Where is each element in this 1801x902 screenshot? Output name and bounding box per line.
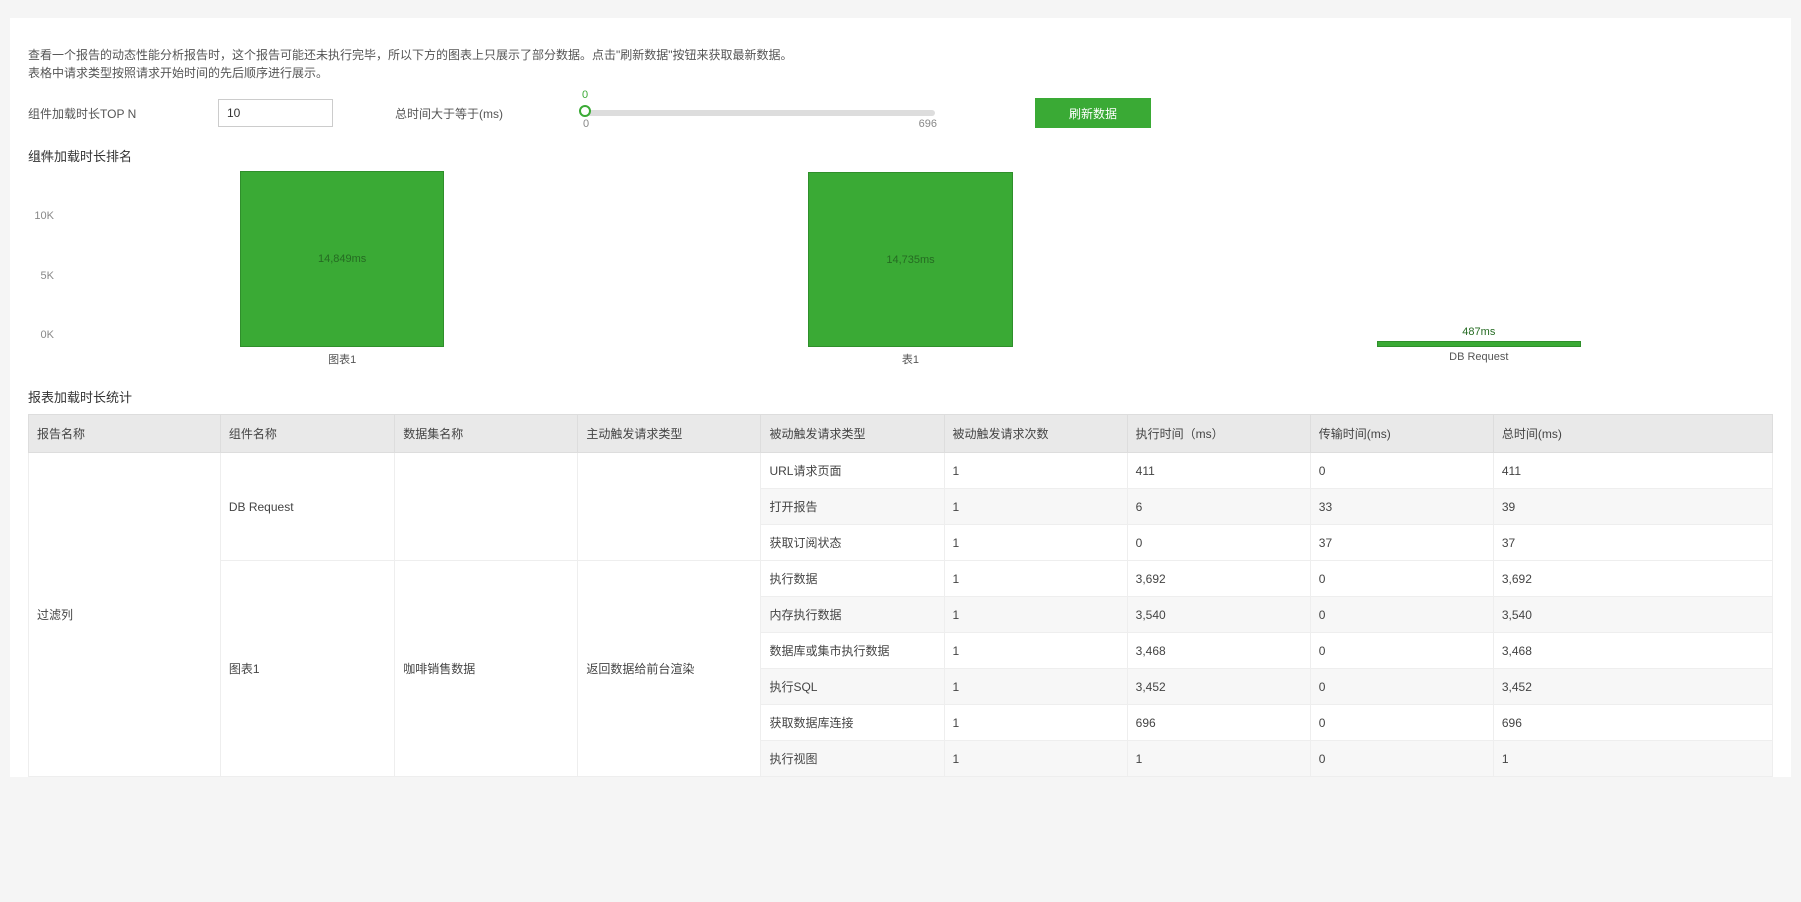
- cell-component-name: 图表1: [220, 561, 394, 777]
- bar[interactable]: 14,735ms: [808, 172, 1013, 347]
- cell-trans-time: 0: [1310, 669, 1493, 705]
- refresh-button[interactable]: 刷新数据: [1035, 98, 1151, 128]
- cell-count: 1: [944, 597, 1127, 633]
- cell-trans-time: 0: [1310, 705, 1493, 741]
- cell-active-type: [578, 453, 761, 561]
- table-section: 报表加载时长统计 报告名称组件名称数据集名称主动触发请求类型被动触发请求类型被动…: [10, 369, 1791, 777]
- x-axis-label: DB Request: [1195, 349, 1763, 369]
- table-header: 被动触发请求类型: [761, 415, 944, 453]
- cell-passive-type: 执行SQL: [761, 669, 944, 705]
- table-row: 过滤列DB RequestURL请求页面14110411: [29, 453, 1773, 489]
- chart-section: 组件加载时长排名 0K 5K 10K 15K 14,849ms 14,735ms 487m…: [10, 138, 1791, 369]
- cell-count: 1: [944, 561, 1127, 597]
- y-tick: 0K: [41, 329, 54, 341]
- bar-value-label: 14,849ms: [241, 253, 444, 265]
- table-title: 报表加载时长统计: [28, 387, 1773, 406]
- table-header: 被动触发请求次数: [944, 415, 1127, 453]
- bar[interactable]: 487ms: [1377, 341, 1582, 347]
- desc-line-1: 查看一个报告的动态性能分析报告时，这个报告可能还未执行完毕，所以下方的图表上只展…: [28, 46, 1791, 64]
- cell-total-time: 696: [1493, 705, 1772, 741]
- cell-dataset-name: 咖啡销售数据: [395, 561, 578, 777]
- table-header: 传输时间(ms): [1310, 415, 1493, 453]
- cell-count: 1: [944, 633, 1127, 669]
- table-header: 总时间(ms): [1493, 415, 1772, 453]
- cell-dataset-name: [395, 453, 578, 561]
- cell-count: 1: [944, 489, 1127, 525]
- controls-row: 组件加载时长TOP N 总时间大于等于(ms) 0 696 刷新数据: [10, 94, 1791, 138]
- y-tick: 5K: [41, 270, 54, 282]
- cell-passive-type: 获取订阅状态: [761, 525, 944, 561]
- cell-passive-type: 执行数据: [761, 561, 944, 597]
- bar-column: 14,849ms: [58, 169, 626, 347]
- cell-report-name: 过滤列: [29, 453, 221, 777]
- chart-title: 组件加载时长排名: [28, 146, 1773, 165]
- cell-trans-time: 0: [1310, 561, 1493, 597]
- cell-exec-time: 411: [1127, 453, 1310, 489]
- slider-max: 696: [919, 118, 937, 130]
- x-axis-label: 图表1: [58, 349, 626, 369]
- cell-count: 1: [944, 453, 1127, 489]
- cell-passive-type: URL请求页面: [761, 453, 944, 489]
- cell-exec-time: 3,468: [1127, 633, 1310, 669]
- table-header: 报告名称: [29, 415, 221, 453]
- cell-passive-type: 数据库或集市执行数据: [761, 633, 944, 669]
- cell-passive-type: 获取数据库连接: [761, 705, 944, 741]
- topn-label: 组件加载时长TOP N: [28, 105, 218, 122]
- cell-exec-time: 6: [1127, 489, 1310, 525]
- cell-exec-time: 0: [1127, 525, 1310, 561]
- cell-total-time: 3,540: [1493, 597, 1772, 633]
- cell-total-time: 3,452: [1493, 669, 1772, 705]
- table-header: 组件名称: [220, 415, 394, 453]
- slider-min: 0: [583, 118, 589, 130]
- cell-passive-type: 执行视图: [761, 741, 944, 777]
- cell-component-name: DB Request: [220, 453, 394, 561]
- cell-passive-type: 内存执行数据: [761, 597, 944, 633]
- y-tick: 15K: [34, 151, 54, 163]
- desc-line-2: 表格中请求类型按照请求开始时间的先后顺序进行展示。: [28, 64, 1791, 82]
- cell-passive-type: 打开报告: [761, 489, 944, 525]
- table-header: 主动触发请求类型: [578, 415, 761, 453]
- cell-trans-time: 0: [1310, 633, 1493, 669]
- cell-total-time: 411: [1493, 453, 1772, 489]
- table-row: 图表1咖啡销售数据返回数据给前台渲染执行数据13,69203,692: [29, 561, 1773, 597]
- cell-exec-time: 3,692: [1127, 561, 1310, 597]
- bar-value-label: 487ms: [1419, 326, 1539, 338]
- table-header: 执行时间（ms）: [1127, 415, 1310, 453]
- cell-total-time: 39: [1493, 489, 1772, 525]
- cell-total-time: 3,692: [1493, 561, 1772, 597]
- cell-trans-time: 37: [1310, 525, 1493, 561]
- cell-count: 1: [944, 525, 1127, 561]
- chart-area: 0K5K10K15K 14,849ms14,735ms487ms 图表1表1DB…: [58, 169, 1763, 369]
- cell-count: 1: [944, 669, 1127, 705]
- topn-input[interactable]: [218, 99, 333, 127]
- performance-table: 报告名称组件名称数据集名称主动触发请求类型被动触发请求类型被动触发请求次数执行时…: [28, 414, 1773, 777]
- cell-total-time: 1: [1493, 741, 1772, 777]
- cell-active-type: 返回数据给前台渲染: [578, 561, 761, 777]
- cell-exec-time: 1: [1127, 741, 1310, 777]
- slider[interactable]: 0 696: [585, 110, 935, 116]
- description-block: 查看一个报告的动态性能分析报告时，这个报告可能还未执行完毕，所以下方的图表上只展…: [10, 18, 1791, 94]
- bar-column: 487ms: [1195, 169, 1763, 347]
- cell-total-time: 37: [1493, 525, 1772, 561]
- y-tick: 10K: [34, 210, 54, 222]
- cell-trans-time: 0: [1310, 741, 1493, 777]
- cell-trans-time: 0: [1310, 453, 1493, 489]
- table-header: 数据集名称: [395, 415, 578, 453]
- slider-knob[interactable]: [579, 105, 591, 117]
- cell-count: 1: [944, 741, 1127, 777]
- cell-count: 1: [944, 705, 1127, 741]
- cell-exec-time: 696: [1127, 705, 1310, 741]
- x-axis-label: 表1: [626, 349, 1194, 369]
- slider-label: 总时间大于等于(ms): [395, 105, 575, 122]
- cell-trans-time: 33: [1310, 489, 1493, 525]
- bar-value-label: 14,735ms: [809, 254, 1012, 266]
- cell-exec-time: 3,540: [1127, 597, 1310, 633]
- cell-trans-time: 0: [1310, 597, 1493, 633]
- cell-total-time: 3,468: [1493, 633, 1772, 669]
- bar-column: 14,735ms: [626, 169, 1194, 347]
- cell-exec-time: 3,452: [1127, 669, 1310, 705]
- bar[interactable]: 14,849ms: [240, 171, 445, 347]
